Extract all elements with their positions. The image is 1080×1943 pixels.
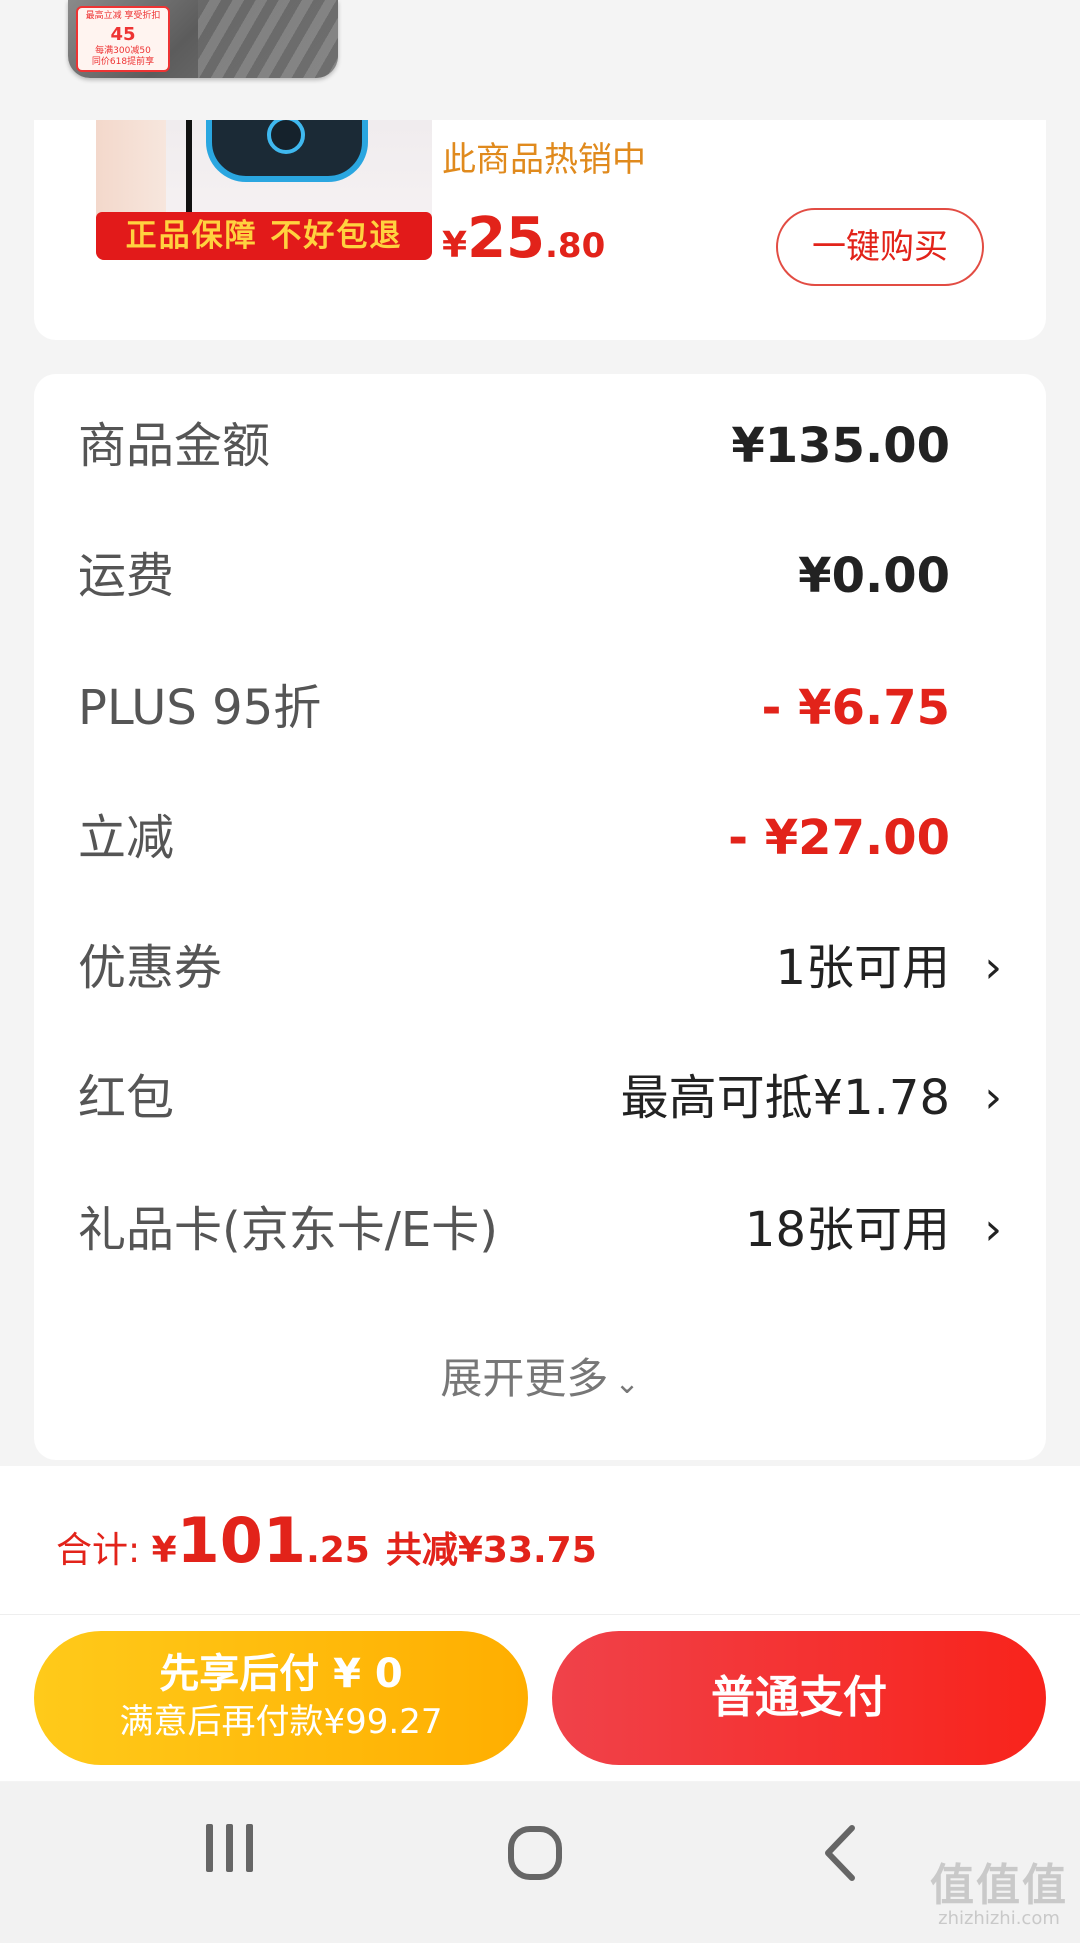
home-icon[interactable] (508, 1826, 562, 1880)
row-value: 最高可抵¥1.78 (620, 1070, 950, 1126)
normal-pay-button[interactable]: 普通支付 (552, 1631, 1046, 1765)
payment-action-bar: 先享后付 ¥ 0 满意后再付款¥99.27 普通支付 (0, 1615, 1080, 1781)
promo-tag-line: 同价618提前享 (91, 57, 155, 67)
expand-more-label: 展开更多 (440, 1354, 609, 1403)
row-label: 立减 (78, 810, 175, 866)
row-label: 优惠券 (78, 940, 223, 996)
watermark-logo: 值值值 (930, 1860, 1068, 1911)
row-value: 18张可用 (744, 1202, 950, 1258)
watermark: 值值值 zhizhizhi.com (930, 1863, 1068, 1929)
product-price: ¥25.80 (442, 206, 605, 271)
total-saved: 共减¥33.75 (385, 1530, 597, 1571)
recent-apps-icon[interactable] (206, 1824, 266, 1876)
row-value: - ¥6.75 (761, 680, 950, 736)
price-summary-card: 商品金额 ¥135.00 运费 ¥0.00 PLUS 95折 - ¥6.75 立… (34, 374, 1046, 1460)
row-label: 礼品卡(京东卡/E卡) (78, 1202, 498, 1258)
one-click-buy-button[interactable]: 一键购买 (776, 208, 984, 286)
row-label: 运费 (78, 548, 175, 604)
total-bar: 合计: ¥101.25 共减¥33.75 (0, 1466, 1080, 1615)
total-label: 合计: (56, 1530, 152, 1571)
chevron-right-icon: › (984, 1072, 1002, 1123)
row-gift-card[interactable]: 礼品卡(京东卡/E卡) 18张可用 › (34, 1190, 1046, 1270)
row-label: 红包 (78, 1070, 175, 1126)
promo-tag-line: 每满300减50 (95, 46, 151, 56)
pay-later-subtitle: 满意后再付款¥99.27 (119, 1702, 443, 1742)
massager-device-image (206, 120, 368, 182)
pay-later-title: 先享后付 ¥ 0 (159, 1651, 403, 1697)
product-image[interactable]: 正品保障 不好包退 (96, 120, 432, 260)
chevron-down-icon: ⌄ (614, 1366, 640, 1401)
product-card: 正品保障 不好包退 此商品热销中 ¥25.80 一键购买 (34, 120, 1046, 340)
expand-more-button[interactable]: 展开更多 ⌄ (34, 1344, 1046, 1419)
product-banner: 正品保障 不好包退 (96, 212, 432, 260)
row-coupon[interactable]: 优惠券 1张可用 › (34, 928, 1046, 1008)
price-decimal: .80 (545, 226, 606, 266)
watermark-url: zhizhizhi.com (938, 1908, 1060, 1929)
row-shipping: 运费 ¥0.00 (34, 536, 1046, 616)
promo-tag-header: 最高立减 享受折扣 (85, 11, 161, 21)
row-item-amount: 商品金额 ¥135.00 (34, 406, 1046, 486)
total-symbol: ¥ (151, 1530, 177, 1571)
back-icon[interactable] (820, 1824, 860, 1882)
hot-selling-label: 此商品热销中 (442, 140, 646, 180)
floating-product-thumbnail[interactable]: 最高立减 享受折扣 45 每满300减50 同价618提前享 (68, 0, 338, 78)
price-integer: 25 (467, 206, 545, 271)
row-value: 1张可用 (775, 940, 950, 996)
order-total: 合计: ¥101.25 共减¥33.75 (56, 1504, 597, 1577)
row-label: 商品金额 (78, 418, 271, 474)
row-instant-reduction: 立减 - ¥27.00 (34, 798, 1046, 878)
knit-texture (198, 0, 338, 78)
row-value: - ¥27.00 (728, 810, 950, 866)
total-decimal: .25 (306, 1530, 370, 1571)
row-value: ¥135.00 (731, 418, 950, 474)
total-integer: 101 (176, 1504, 307, 1577)
promo-tag-price: 45 (110, 24, 136, 45)
system-nav-bar: 值值值 zhizhizhi.com (0, 1782, 1080, 1943)
promo-tag: 最高立减 享受折扣 45 每满300减50 同价618提前享 (76, 6, 170, 72)
row-label: PLUS 95折 (78, 680, 322, 736)
pay-later-button[interactable]: 先享后付 ¥ 0 满意后再付款¥99.27 (34, 1631, 528, 1765)
chevron-right-icon: › (984, 942, 1002, 993)
chevron-right-icon: › (984, 1204, 1002, 1255)
row-plus-discount: PLUS 95折 - ¥6.75 (34, 668, 1046, 748)
row-value: ¥0.00 (798, 548, 950, 604)
price-symbol: ¥ (442, 225, 468, 266)
row-red-packet[interactable]: 红包 最高可抵¥1.78 › (34, 1058, 1046, 1138)
